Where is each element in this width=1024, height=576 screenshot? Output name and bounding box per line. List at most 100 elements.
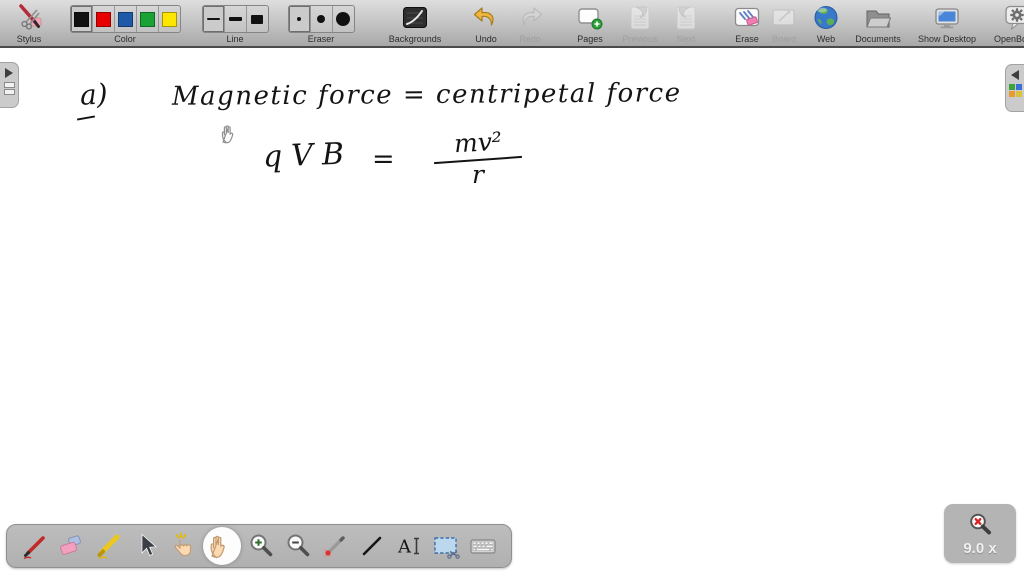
backgrounds-button[interactable]: Backgrounds [384, 3, 446, 44]
handwriting-line1: Magnetic force = centripetal force [171, 78, 682, 112]
library-icon [1008, 84, 1022, 97]
top-toolbar: Stylus Color Line Eraser Backgrounds Und… [0, 0, 1024, 48]
line-icon [362, 536, 382, 556]
show-desktop-label: Show Desktop [917, 34, 977, 44]
previous-page-button: Previous [618, 3, 662, 44]
erase-board-button[interactable]: Erase [728, 3, 766, 44]
next-page-icon [672, 3, 700, 33]
magnifier-plus-icon [250, 534, 273, 557]
line-width-medium[interactable] [223, 6, 246, 32]
erase-board-icon [732, 3, 762, 33]
board-label: Board [771, 34, 797, 44]
handwriting-prefix-underline [76, 115, 96, 121]
highlighter-tool-button[interactable] [92, 529, 126, 563]
eraser-size-panel [287, 5, 355, 33]
expand-left-icon [1011, 70, 1019, 80]
svg-text:A: A [397, 537, 412, 558]
board-mode-button: Board [766, 3, 802, 44]
highlighter-icon [97, 534, 120, 560]
color-swatch-red[interactable] [91, 6, 114, 32]
web-label: Web [816, 34, 836, 44]
selector-tool-button[interactable] [129, 529, 163, 563]
next-page-button: Next [670, 3, 702, 44]
zoom-out-tool-button[interactable] [281, 529, 315, 563]
pointing-hand-icon [174, 532, 192, 557]
handwriting-eq-equals: = [372, 144, 395, 175]
erase-label: Erase [735, 34, 759, 44]
add-page-icon [575, 3, 605, 33]
web-button[interactable]: Web [810, 3, 842, 44]
laser-pointer-tool-button[interactable] [318, 529, 352, 563]
color-swatch-blue[interactable] [113, 6, 136, 32]
stylus-button[interactable]: Stylus [8, 3, 50, 44]
color-swatch-panel [69, 5, 181, 33]
desktop-icon [932, 3, 962, 33]
magnifier-minus-icon [287, 534, 310, 557]
text-tool-button[interactable]: A [392, 529, 426, 563]
capture-area-icon [433, 537, 460, 559]
undo-icon [472, 3, 500, 33]
redo-label: Redo [519, 34, 541, 44]
hand-tool-button[interactable] [203, 527, 242, 565]
laser-pointer-icon [323, 536, 345, 558]
line-label: Line [226, 34, 244, 44]
stylus-icon [14, 3, 44, 33]
handwriting-fraction: mv² r [432, 126, 524, 189]
color-swatch-green[interactable] [135, 6, 158, 32]
eraser-icon [60, 535, 82, 555]
capture-tool-button[interactable] [429, 529, 463, 563]
color-swatch-yellow[interactable] [157, 6, 180, 32]
eraser-size-small[interactable] [288, 6, 310, 32]
redo-button: Redo [512, 3, 548, 44]
undo-button[interactable]: Undo [468, 3, 504, 44]
zoom-in-tool-button[interactable] [244, 529, 278, 563]
library-panel-flap[interactable] [1005, 64, 1024, 112]
open-hand-icon [210, 535, 225, 559]
previous-page-icon [626, 3, 654, 33]
pages-label: Pages [577, 34, 603, 44]
pages-panel-flap[interactable] [0, 62, 19, 108]
pages-button[interactable]: Pages [572, 3, 608, 44]
folder-icon [863, 3, 893, 33]
show-desktop-button[interactable]: Show Desktop [914, 3, 980, 44]
eraser-size-large[interactable] [331, 6, 354, 32]
openboard-menu-button[interactable]: OpenBoard [988, 3, 1024, 44]
backgrounds-label: Backgrounds [388, 34, 442, 44]
color-label: Color [114, 34, 136, 44]
board-mode-icon [769, 3, 799, 33]
color-swatch-black[interactable] [70, 6, 92, 32]
handwriting-eq-lhs: qVB [262, 136, 354, 175]
eraser-tool-button[interactable] [55, 529, 89, 563]
pen-tool-button[interactable] [18, 529, 52, 563]
text-tool-icon: A [397, 537, 419, 558]
previous-label: Previous [622, 34, 658, 44]
redo-icon [516, 3, 544, 33]
color-picker: Color [66, 3, 184, 44]
fraction-numerator: mv² [453, 126, 503, 159]
line-tool-button[interactable] [355, 529, 389, 563]
magnifier-reset-icon [970, 513, 991, 534]
open-hand-cursor [221, 125, 234, 144]
zoom-level-badge[interactable]: 9.0 x [944, 504, 1016, 563]
handwriting-prefix: a) [79, 77, 109, 112]
line-width-picker: Line [200, 3, 270, 44]
backgrounds-icon [400, 3, 430, 33]
eraser-label: Eraser [307, 34, 335, 44]
interact-tool-button[interactable] [166, 529, 200, 563]
gear-bubble-icon [1002, 3, 1024, 33]
line-width-thick[interactable] [245, 6, 268, 32]
openboard-label: OpenBoard [993, 34, 1024, 44]
eraser-size-medium[interactable] [309, 6, 332, 32]
globe-icon [811, 3, 841, 33]
documents-button[interactable]: Documents [850, 3, 906, 44]
virtual-keyboard-tool-button[interactable] [466, 529, 500, 563]
fraction-denominator: r [472, 160, 484, 189]
line-width-thin[interactable] [202, 6, 224, 32]
stylus-label: Stylus [16, 34, 42, 44]
undo-label: Undo [475, 34, 497, 44]
next-label: Next [676, 34, 696, 44]
zoom-level-value: 9.0 x [963, 539, 997, 557]
pen-icon [24, 536, 46, 560]
page-thumbnails-icon [3, 82, 15, 95]
expand-right-icon [5, 68, 13, 78]
